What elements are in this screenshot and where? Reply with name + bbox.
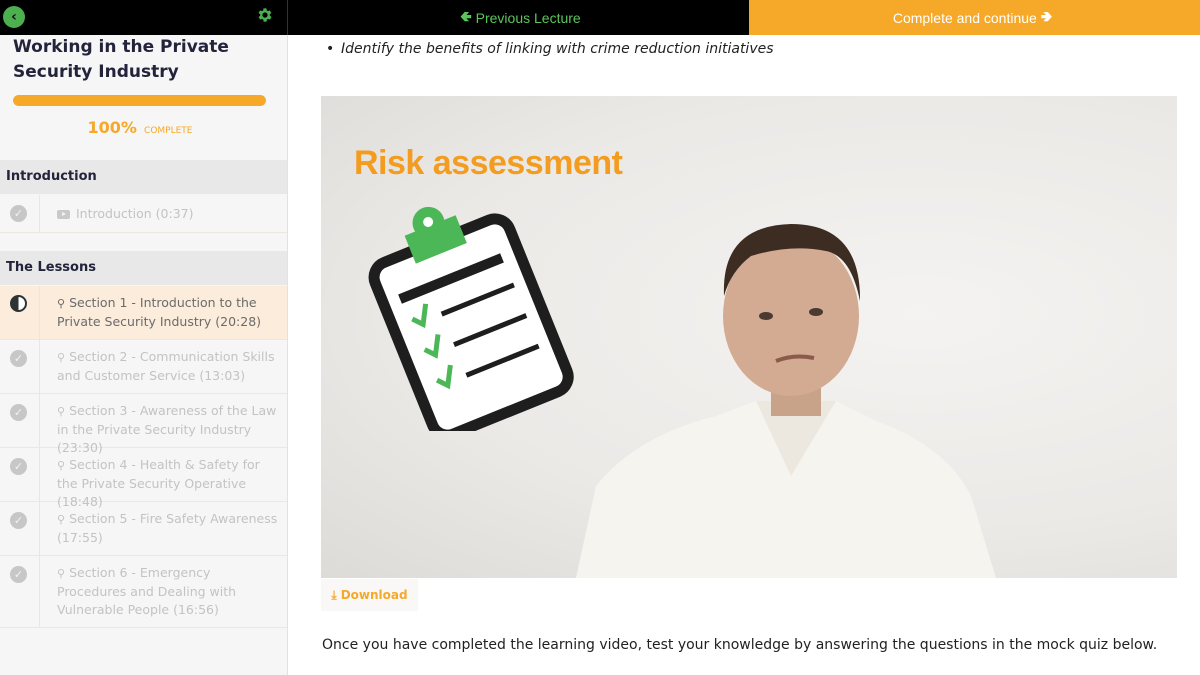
lightbulb-icon: ⚲ — [57, 297, 66, 310]
video-player[interactable]: Risk assessment — [321, 96, 1177, 578]
slide-title: Risk assessment — [354, 144, 623, 182]
lightbulb-icon: ⚲ — [57, 351, 66, 364]
lesson-item-active[interactable]: ⚲ Section 1 - Introduction to the Private… — [0, 286, 287, 340]
half-circle-in-progress-icon — [10, 295, 27, 312]
check-circle-icon: ✓ — [10, 404, 27, 421]
check-circle-icon: ✓ — [10, 205, 27, 222]
complete-and-continue-button[interactable]: Complete and continue 🢂 — [749, 0, 1200, 35]
presenter-image — [576, 224, 996, 578]
lecture-content: Identify the benefits of linking with cr… — [289, 35, 1200, 675]
lesson-item[interactable]: ✓ ⚲ Section 6 - Emergency Procedures and … — [0, 556, 287, 628]
lesson-title: Introduction (0:37) — [76, 206, 194, 221]
lesson-status: ✓ — [0, 502, 40, 555]
clipboard-checklist-icon — [368, 206, 574, 431]
lightbulb-icon: ⚲ — [57, 459, 66, 472]
download-label: Download — [340, 588, 408, 602]
lesson-status: ✓ — [0, 195, 40, 232]
progress-label: COMPLETE — [144, 126, 193, 136]
lightbulb-icon: ⚲ — [57, 405, 66, 418]
video-icon — [57, 210, 70, 219]
check-circle-icon: ✓ — [10, 458, 27, 475]
lesson-item[interactable]: ✓ ⚲ Section 2 - Communication Skills and … — [0, 340, 287, 394]
complete-and-continue-label: Complete and continue — [892, 9, 1037, 26]
previous-lecture-button[interactable]: 🢀 Previous Lecture — [288, 0, 749, 35]
progress-fill — [13, 95, 266, 106]
section-header-introduction: Introduction — [0, 160, 287, 194]
lesson-item[interactable]: ✓ ⚲ Section 3 - Awareness of the Law in t… — [0, 394, 287, 455]
download-icon: ⤓ — [331, 587, 337, 602]
course-sidebar: Working in the Private Security Industry… — [0, 35, 288, 675]
lesson-status: ✓ — [0, 340, 40, 393]
lesson-title: Section 6 - Emergency Procedures and Dea… — [57, 565, 237, 617]
lesson-title: Section 5 - Fire Safety Awareness (17:55… — [57, 511, 278, 545]
top-navigation-bar: ‹ 🢀 Previous Lecture Complete and contin… — [0, 0, 1200, 35]
objective-bullet: Identify the benefits of linking with cr… — [326, 41, 773, 57]
lesson-item[interactable]: ✓ Introduction (0:37) — [0, 195, 287, 233]
lesson-status: ✓ — [0, 556, 40, 627]
section-header-the-lessons: The Lessons — [0, 251, 287, 285]
check-circle-icon: ✓ — [10, 512, 27, 529]
arrow-right-icon: 🢂 — [1040, 7, 1053, 24]
course-progress-bar — [13, 95, 266, 106]
lesson-status: ✓ — [0, 394, 40, 447]
progress-percent: 100% — [87, 118, 137, 137]
lesson-item[interactable]: ✓ ⚲ Section 5 - Fire Safety Awareness (17… — [0, 502, 287, 556]
sidebar-header: ‹ — [0, 0, 288, 35]
download-button[interactable]: ⤓ Download — [321, 579, 418, 611]
lesson-title: Section 1 - Introduction to the Private … — [57, 295, 262, 329]
gear-icon[interactable] — [256, 6, 274, 24]
arrow-left-icon: 🢀 — [460, 7, 472, 24]
check-circle-icon: ✓ — [10, 566, 27, 583]
lightbulb-icon: ⚲ — [57, 513, 66, 526]
check-circle-icon: ✓ — [10, 350, 27, 367]
lesson-status: ✓ — [0, 448, 40, 501]
quiz-instructions: Once you have completed the learning vid… — [322, 637, 1158, 653]
previous-lecture-label: Previous Lecture — [475, 9, 581, 26]
lightbulb-icon: ⚲ — [57, 567, 66, 580]
lesson-title: Section 2 - Communication Skills and Cus… — [57, 349, 275, 383]
progress-readout: 100% COMPLETE — [0, 118, 280, 137]
chevron-left-icon: ‹ — [11, 9, 17, 25]
lesson-status — [0, 286, 40, 339]
course-title: Working in the Private Security Industry — [13, 37, 229, 82]
back-button[interactable]: ‹ — [3, 6, 25, 28]
lesson-item[interactable]: ✓ ⚲ Section 4 - Health & Safety for the P… — [0, 448, 287, 509]
